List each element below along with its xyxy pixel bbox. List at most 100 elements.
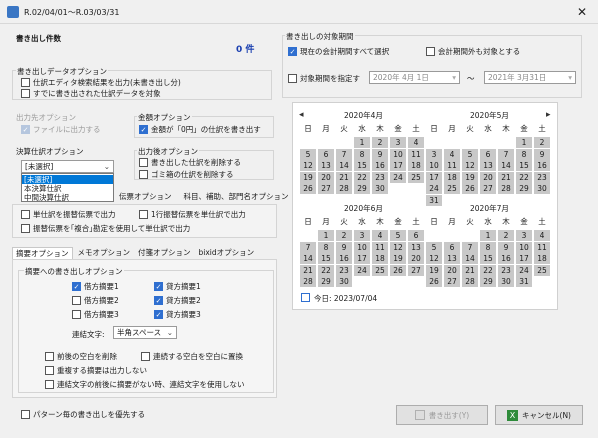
calendar-day[interactable]: 29 <box>516 183 532 195</box>
credit-row-3[interactable]: ✓ 貸方摘要3 <box>154 309 201 320</box>
credit-checkbox-1[interactable]: ✓ <box>154 282 163 291</box>
today-label[interactable]: 今日: 2023/07/04 <box>314 293 377 304</box>
settle-dropdown-list[interactable]: [未選択] 本決算仕訳 中間決算仕訳 <box>21 173 114 202</box>
calendar-day[interactable]: 26 <box>462 183 478 195</box>
calendar-day[interactable]: 23 <box>372 171 388 183</box>
calendar-day[interactable]: 28 <box>462 276 478 288</box>
calendar-day[interactable]: 5 <box>462 148 478 160</box>
calendar-day[interactable]: 14 <box>300 253 316 265</box>
settle-option-2[interactable]: 中間決算仕訳 <box>22 193 113 202</box>
data-option-checkbox-1[interactable] <box>21 78 30 87</box>
calendar-day[interactable]: 22 <box>480 264 496 276</box>
calendar-day[interactable]: 16 <box>372 160 388 172</box>
calendar-day[interactable]: 30 <box>372 183 388 195</box>
calendar-day[interactable]: 28 <box>336 183 352 195</box>
calendar-day[interactable]: 31 <box>426 195 442 206</box>
calendar-day[interactable]: 25 <box>444 183 460 195</box>
debit-row-3[interactable]: 借方摘要3 <box>72 309 119 320</box>
calendar-day[interactable]: 17 <box>390 160 406 172</box>
calendar-day[interactable]: 15 <box>354 160 370 172</box>
calendar-day[interactable]: 3 <box>426 148 442 160</box>
calendar-day[interactable]: 8 <box>516 148 532 160</box>
tab-bixid-options[interactable]: bixidオプション <box>196 247 258 259</box>
debit-checkbox-3[interactable] <box>72 310 81 319</box>
calendar-day[interactable]: 27 <box>318 183 334 195</box>
after-output-row-1[interactable]: 書き出した仕訳を削除する <box>139 157 241 168</box>
calendar-day[interactable]: 30 <box>498 276 514 288</box>
dup-checkbox[interactable] <box>45 366 54 375</box>
calendar-day[interactable]: 6 <box>318 148 334 160</box>
cancel-button[interactable]: X キャンセル(N) <box>495 405 583 425</box>
calendar-day[interactable]: 5 <box>426 241 442 253</box>
calendar-day[interactable]: 8 <box>480 241 496 253</box>
calendar-day[interactable]: 18 <box>372 253 388 265</box>
calendar-day[interactable]: 1 <box>516 137 532 148</box>
calendar-day[interactable]: 25 <box>534 264 550 276</box>
calendar-day[interactable]: 29 <box>318 276 334 288</box>
calendar-day[interactable]: 2 <box>534 137 550 148</box>
calendar-day[interactable]: 18 <box>534 253 550 265</box>
trim-row-1[interactable]: 前後の空白を削除 <box>45 351 117 362</box>
calendar-day[interactable]: 9 <box>372 148 388 160</box>
calendar-day[interactable]: 6 <box>408 230 424 241</box>
tab-voucher-options[interactable]: 伝票オプション <box>116 191 175 203</box>
calendar-day[interactable]: 12 <box>300 160 316 172</box>
calendar-day[interactable]: 28 <box>300 276 316 288</box>
period-to-picker[interactable]: 2021年 3月31日 ▾ <box>484 71 576 84</box>
close-button[interactable]: ✕ <box>572 3 592 21</box>
calendar-day[interactable]: 24 <box>390 171 406 183</box>
settle-option-1[interactable]: 本決算仕訳 <box>22 184 113 193</box>
period-from-picker[interactable]: 2020年 4月 1日 ▾ <box>369 71 460 84</box>
debit-row-2[interactable]: 借方摘要2 <box>72 295 119 306</box>
amount-checkbox[interactable]: ✓ <box>139 125 148 134</box>
calendar-day[interactable]: 2 <box>336 230 352 241</box>
calendar-day[interactable]: 4 <box>534 230 550 241</box>
calendar-day[interactable]: 13 <box>318 160 334 172</box>
calendar-day[interactable]: 28 <box>498 183 514 195</box>
calendar-prev-button[interactable]: ◂ <box>299 110 304 120</box>
dup-row[interactable]: 重複する摘要は出力しない <box>45 365 147 376</box>
calendar-day[interactable]: 20 <box>318 171 334 183</box>
calendar-day[interactable]: 15 <box>480 253 496 265</box>
calendar-day[interactable]: 20 <box>444 264 460 276</box>
period-outside-checkbox[interactable] <box>426 47 435 56</box>
calendar-day[interactable]: 8 <box>354 148 370 160</box>
calendar-day[interactable]: 20 <box>480 171 496 183</box>
calendar-day[interactable]: 27 <box>480 183 496 195</box>
period-all-checkbox[interactable]: ✓ <box>288 47 297 56</box>
tab-memo-options[interactable]: メモオプション <box>75 247 134 259</box>
calendar-day[interactable]: 22 <box>318 264 334 276</box>
period-outside-row[interactable]: 会計期間外も対象とする <box>426 46 520 57</box>
calendar-day[interactable]: 29 <box>354 183 370 195</box>
calendar-day[interactable]: 5 <box>390 230 406 241</box>
calendar-day[interactable]: 4 <box>372 230 388 241</box>
calendar-day[interactable]: 4 <box>444 148 460 160</box>
calendar-day[interactable]: 14 <box>498 160 514 172</box>
calendar-day[interactable]: 31 <box>516 276 532 288</box>
calendar-day[interactable]: 27 <box>444 276 460 288</box>
calendar-day[interactable]: 14 <box>462 253 478 265</box>
calendar-day[interactable]: 4 <box>408 137 424 148</box>
voucher-row-3[interactable]: 振替伝票を｢複合｣勘定を使用して単仕訳で出力 <box>21 223 190 234</box>
period-all-row[interactable]: ✓ 現在の会計期間すべて選択 <box>288 46 389 57</box>
calendar-day[interactable]: 3 <box>390 137 406 148</box>
calendar-day[interactable]: 12 <box>426 253 442 265</box>
calendar-day[interactable]: 12 <box>462 160 478 172</box>
calendar-day[interactable]: 29 <box>480 276 496 288</box>
no-connector-row[interactable]: 連結文字の前後に摘要がない時、連結文字を使用しない <box>45 379 245 390</box>
calendar-day[interactable]: 16 <box>534 160 550 172</box>
calendar-day[interactable]: 9 <box>534 148 550 160</box>
calendar-day[interactable]: 19 <box>300 171 316 183</box>
calendar-day[interactable]: 7 <box>300 241 316 253</box>
export-button[interactable]: 書き出す(Y) <box>396 405 488 425</box>
voucher-row-2[interactable]: 1行振替伝票を単仕訳で出力 <box>139 209 246 220</box>
calendar-day[interactable]: 5 <box>300 148 316 160</box>
calendar-day[interactable]: 19 <box>390 253 406 265</box>
calendar-day[interactable]: 12 <box>390 241 406 253</box>
calendar-day[interactable]: 26 <box>390 264 406 276</box>
calendar-day[interactable]: 10 <box>390 148 406 160</box>
calendar-day[interactable]: 25 <box>408 171 424 183</box>
credit-row-2[interactable]: ✓ 貸方摘要2 <box>154 295 201 306</box>
calendar-day[interactable]: 18 <box>444 171 460 183</box>
calendar-day[interactable]: 9 <box>336 241 352 253</box>
